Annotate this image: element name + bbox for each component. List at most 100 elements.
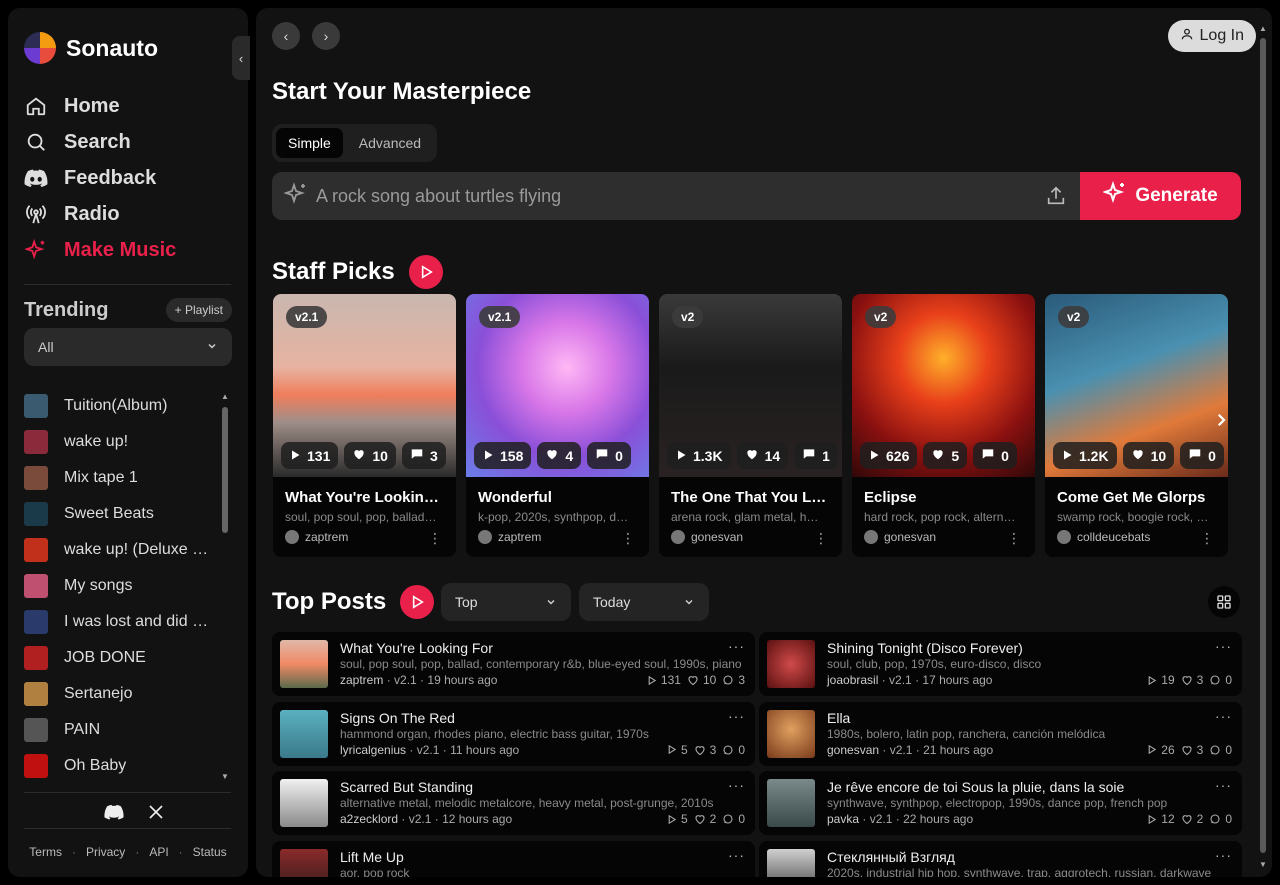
comment-count[interactable]: 0 [587, 442, 631, 469]
main-scrollbar[interactable]: ▲ ▼ [1258, 24, 1268, 869]
song-author[interactable]: gonesvan [671, 530, 743, 544]
song-card[interactable]: v2.1 131 10 3 What You're Looking For so… [273, 294, 456, 557]
scroll-up-icon[interactable]: ▲ [219, 391, 231, 403]
song-title[interactable]: Eclipse [864, 489, 1024, 506]
more-options-icon[interactable]: ··· [728, 777, 745, 793]
footer-terms-link[interactable]: Terms [29, 845, 62, 859]
play-count[interactable]: 1.2K [1053, 442, 1117, 469]
play-count[interactable]: 158 [474, 442, 532, 469]
trending-item[interactable]: wake up! [24, 424, 214, 460]
song-title[interactable]: Wonderful [478, 489, 638, 506]
footer-status-link[interactable]: Status [193, 845, 227, 859]
more-options-icon[interactable]: ⋮ [1200, 530, 1214, 547]
post-comments[interactable]: 0 [1209, 743, 1232, 757]
post-title[interactable]: Ella [827, 710, 850, 726]
post-cover[interactable] [280, 640, 328, 688]
prompt-input[interactable] [316, 185, 1032, 207]
more-options-icon[interactable]: ··· [728, 708, 745, 724]
trending-item[interactable]: JOB DONE [24, 640, 214, 676]
tab-simple[interactable]: Simple [276, 128, 343, 158]
more-options-icon[interactable]: ··· [1215, 708, 1232, 724]
post-author[interactable]: joaobrasil [827, 673, 878, 687]
upload-button[interactable] [1032, 185, 1080, 207]
post-title[interactable]: Lift Me Up [340, 849, 404, 865]
post-comments[interactable]: 0 [1209, 673, 1232, 687]
post-author[interactable]: gonesvan [827, 743, 879, 757]
login-button[interactable]: Log In [1167, 20, 1256, 52]
nav-item-feedback[interactable]: Feedback [24, 160, 234, 196]
trending-item[interactable]: Mix tape 1 [24, 460, 214, 496]
more-options-icon[interactable]: ··· [728, 847, 745, 863]
post-cover[interactable] [767, 640, 815, 688]
song-title[interactable]: The One That You Love [671, 489, 831, 506]
like-count[interactable]: 14 [736, 442, 789, 469]
post-author[interactable]: zaptrem [340, 673, 383, 687]
post-title[interactable]: Стеклянный Взгляд [827, 849, 955, 865]
post-row[interactable]: Lift Me Up aor, pop rock ··· [272, 840, 755, 877]
comment-count[interactable]: 3 [401, 442, 446, 469]
song-cover[interactable]: v2 1.3K 14 1 [659, 294, 842, 477]
more-options-icon[interactable]: ⋮ [428, 530, 442, 547]
trending-item[interactable]: PAIN [24, 712, 214, 748]
time-range-select[interactable]: Today [579, 583, 709, 621]
scroll-up-icon[interactable]: ▲ [1258, 24, 1268, 33]
collapse-sidebar-button[interactable]: ‹ [232, 36, 250, 80]
like-count[interactable]: 10 [344, 442, 396, 469]
trending-item[interactable]: I was lost and did not know it [24, 604, 214, 640]
more-options-icon[interactable]: ⋮ [621, 530, 635, 547]
trending-item[interactable]: Sweet Beats [24, 496, 214, 532]
play-count[interactable]: 626 [860, 442, 918, 469]
more-options-icon[interactable]: ··· [1215, 638, 1232, 654]
more-options-icon[interactable]: ··· [728, 638, 745, 654]
trending-item[interactable]: My songs [24, 568, 214, 604]
scroll-down-icon[interactable]: ▼ [1258, 860, 1268, 869]
post-author[interactable]: a2zecklord [340, 812, 398, 826]
post-cover[interactable] [767, 779, 815, 827]
song-cover[interactable]: v2 1.2K 10 0 [1045, 294, 1228, 477]
footer-privacy-link[interactable]: Privacy [86, 845, 125, 859]
post-row[interactable]: Стеклянный Взгляд 2020s, industrial hip … [759, 840, 1242, 877]
tab-advanced[interactable]: Advanced [347, 128, 433, 158]
post-title[interactable]: Scarred But Standing [340, 779, 473, 795]
song-author[interactable]: gonesvan [864, 530, 936, 544]
post-cover[interactable] [280, 709, 328, 758]
generate-button[interactable]: Generate [1080, 172, 1241, 220]
post-author[interactable]: pavka [827, 812, 859, 826]
grid-view-button[interactable] [1208, 586, 1240, 618]
song-card[interactable]: v2.1 158 4 0 Wonderful k-pop, 2020s, syn… [466, 294, 649, 557]
post-cover[interactable] [280, 779, 328, 827]
post-cover[interactable] [280, 848, 328, 877]
post-likes[interactable]: 10 [687, 673, 716, 687]
post-title[interactable]: Je rêve encore de toi Sous la pluie, dan… [827, 779, 1124, 795]
brand-logo[interactable]: Sonauto [24, 32, 158, 64]
post-title[interactable]: What You're Looking For [340, 640, 493, 656]
song-author[interactable]: zaptrem [285, 530, 348, 544]
more-options-icon[interactable]: ··· [1215, 777, 1232, 793]
post-title[interactable]: Shining Tonight (Disco Forever) [827, 640, 1023, 656]
post-row[interactable]: Shining Tonight (Disco Forever) soul, cl… [759, 632, 1242, 696]
post-row[interactable]: What You're Looking For soul, pop soul, … [272, 632, 755, 696]
song-cover[interactable]: v2.1 131 10 3 [273, 294, 456, 477]
song-author[interactable]: colldeucebats [1057, 530, 1150, 544]
nav-item-home[interactable]: Home [24, 88, 234, 124]
post-title[interactable]: Signs On The Red [340, 710, 455, 726]
back-button[interactable]: ‹ [272, 22, 300, 50]
scroll-down-icon[interactable]: ▼ [219, 771, 231, 783]
post-likes[interactable]: 3 [1181, 673, 1203, 687]
trending-item[interactable]: Tuition(Album) [24, 388, 214, 424]
nav-item-search[interactable]: Search [24, 124, 234, 160]
play-count[interactable]: 131 [281, 442, 339, 469]
song-cover[interactable]: v2.1 158 4 0 [466, 294, 649, 477]
trending-filter-select[interactable]: All [24, 328, 232, 366]
discord-link-icon[interactable] [104, 804, 124, 825]
post-author[interactable]: lyricalgenius [340, 743, 406, 757]
like-count[interactable]: 10 [1122, 442, 1175, 469]
post-cover[interactable] [767, 848, 815, 877]
trending-item[interactable]: Oh Baby [24, 748, 214, 784]
post-row[interactable]: Ella 1980s, bolero, latin pop, ranchera,… [759, 701, 1242, 766]
forward-button[interactable]: › [312, 22, 340, 50]
like-count[interactable]: 4 [537, 442, 582, 469]
trending-item[interactable]: Sertanejo [24, 676, 214, 712]
post-cover[interactable] [767, 709, 815, 758]
post-likes[interactable]: 3 [1181, 743, 1203, 757]
